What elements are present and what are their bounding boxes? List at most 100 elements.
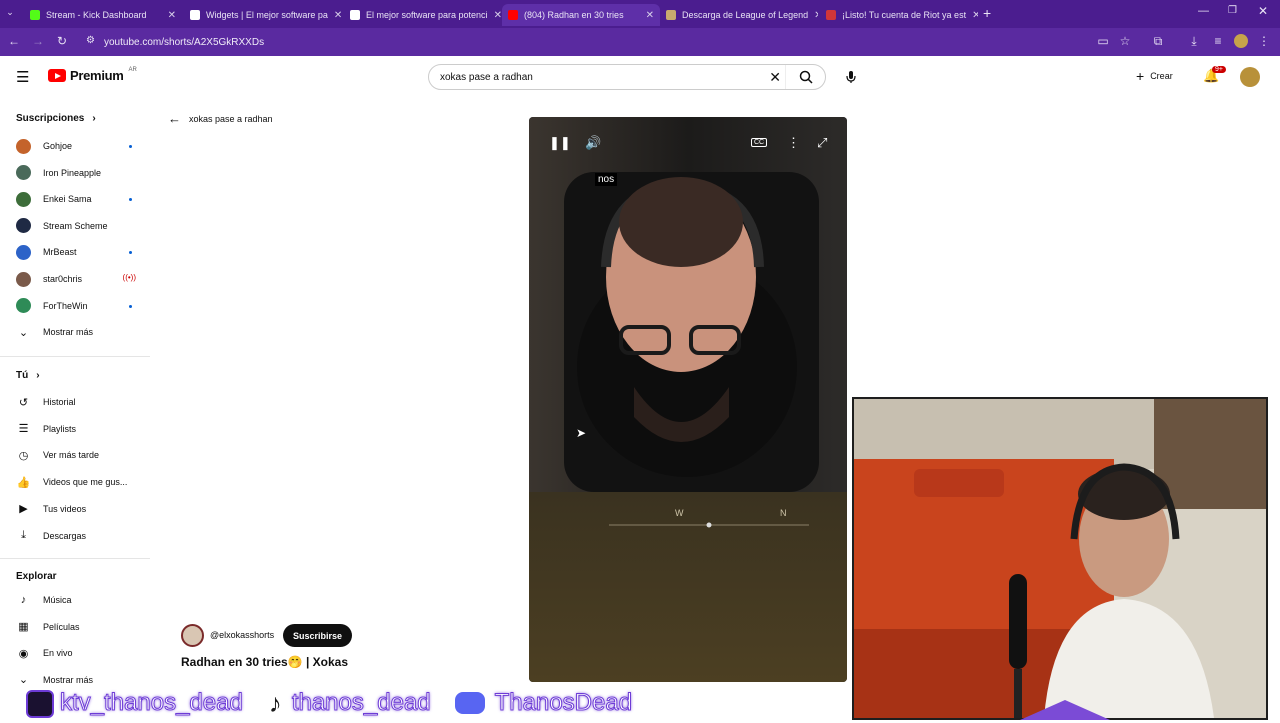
create-button[interactable]: + Crear (1136, 66, 1173, 86)
close-tab-icon[interactable]: ✕ (814, 10, 818, 21)
close-window-button[interactable]: ✕ (1258, 4, 1268, 18)
fullscreen-icon[interactable]: ⤢ (817, 135, 827, 151)
kick-icon (26, 690, 54, 718)
forward-icon[interactable]: → (30, 34, 46, 48)
tab-title: (804) Radhan en 30 tries (524, 10, 624, 20)
subscription-item[interactable]: Enkei Sama (16, 189, 136, 209)
channel-avatar[interactable] (181, 624, 204, 647)
youtube-logo[interactable]: Premium AR (48, 67, 137, 83)
sidebar-item[interactable]: ☰ Playlists (16, 419, 136, 439)
subscription-item[interactable]: Iron Pineapple (16, 163, 136, 183)
channel-avatar (16, 191, 31, 207)
media-icon[interactable]: ≡ (1210, 34, 1226, 48)
tab-favicon-icon (190, 10, 200, 20)
subscription-item[interactable]: Stream Scheme (16, 216, 136, 236)
browser-tab[interactable]: El mejor software para potenci ✕ (344, 4, 502, 26)
tab-favicon-icon (30, 10, 40, 20)
browser-tab[interactable]: Descarga de League of Legend ✕ (660, 4, 818, 26)
sidebar-item[interactable]: ◷ Ver más tarde (16, 445, 136, 465)
you-header[interactable]: Tú › (16, 370, 40, 381)
minimize-button[interactable]: — (1198, 5, 1209, 17)
close-tab-icon[interactable]: ✕ (494, 10, 502, 21)
channel-avatar (16, 165, 31, 181)
sidebar-item-label: Mostrar más (43, 674, 94, 685)
url-field[interactable]: ⚙ youtube.com/shorts/A2X5GkRXXDs (80, 32, 1080, 52)
close-tab-icon[interactable]: ✕ (646, 10, 654, 21)
search-box[interactable]: xokas pase a radhan ✕ (428, 64, 826, 90)
subscription-item[interactable]: star0chris ((•)) (16, 269, 136, 289)
arrow-left-icon: ← (168, 111, 181, 126)
profile-avatar[interactable] (1234, 34, 1248, 48)
subscription-item[interactable]: ForTheWin (16, 296, 136, 316)
explore-header: Explorar (16, 571, 57, 582)
sidebar-item-label: Música (43, 595, 72, 605)
back-icon[interactable]: ← (6, 34, 22, 48)
maximize-button[interactable]: ❐ (1228, 5, 1237, 16)
subscribe-button[interactable]: Suscribirse (283, 624, 353, 647)
subscription-name: Iron Pineapple (43, 167, 102, 178)
download-icon: ⤓ (21, 529, 26, 541)
voice-search-button[interactable] (838, 66, 864, 88)
account-avatar[interactable] (1240, 67, 1260, 87)
channel-handle[interactable]: @elxokasshorts (210, 630, 274, 640)
reload-icon[interactable]: ↻ (54, 34, 70, 48)
menu-icon[interactable]: ⋮ (1256, 34, 1272, 48)
sidebar-item[interactable]: ♪ Música (16, 590, 136, 610)
sidebar-divider (0, 356, 150, 357)
sidebar-item[interactable]: 👍 Videos que me gus... (16, 472, 136, 492)
close-tab-icon[interactable]: ✕ (334, 10, 342, 21)
stream-social-overlay: ktv_thanos_dead ♪ thanos_dead ThanosDead (0, 686, 860, 720)
more-options-icon[interactable]: ⋮ (787, 135, 800, 151)
close-tab-icon[interactable]: ✕ (168, 10, 176, 21)
downloads-icon[interactable]: ⤓ (1186, 34, 1202, 49)
extensions-icon[interactable]: ⧉ (1150, 34, 1166, 49)
live-icon: ◉ (18, 647, 29, 660)
sidebar-item[interactable]: ⤓ Descargas (16, 526, 136, 546)
notification-count-badge: 9+ (1212, 66, 1226, 73)
short-title: Radhan en 30 tries🤭 | Xokas (181, 655, 349, 669)
subscriptions-header[interactable]: Suscripciones › (16, 113, 96, 124)
subscription-name: MrBeast (43, 247, 77, 258)
sidebar-item-label: Playlists (43, 423, 77, 434)
playlist-icon: ☰ (18, 423, 29, 436)
microphone-icon (846, 71, 856, 83)
hamburger-menu-icon[interactable]: ☰ (16, 68, 29, 86)
new-tab-button[interactable]: + (983, 5, 991, 21)
sidebar-divider (0, 558, 150, 559)
close-tab-icon[interactable]: ✕ (972, 10, 978, 21)
music-icon: ♪ (20, 594, 27, 606)
sidebar-item[interactable]: ◉ En vivo (16, 643, 136, 663)
sidebar-item[interactable]: ▶ Tus videos (16, 499, 136, 519)
browser-tab[interactable]: Widgets | El mejor software pa ✕ (184, 4, 342, 26)
show-more-subscriptions[interactable]: ⌄ Mostrar más (16, 322, 136, 342)
volume-icon[interactable]: 🔊 (585, 135, 601, 151)
compass-north: N (780, 508, 787, 518)
sidebar-item[interactable]: ↺ Historial (16, 392, 136, 412)
channel-avatar (16, 244, 31, 260)
you-title: Tú (16, 370, 29, 381)
subscription-item[interactable]: Gohjoe (16, 136, 136, 156)
clear-search-icon[interactable]: ✕ (769, 69, 781, 86)
video-frame (529, 117, 847, 682)
browser-tab[interactable]: Stream - Kick Dashboard ✕ (24, 4, 182, 26)
channel-avatar (16, 271, 31, 287)
site-info-icon[interactable]: ⚙ (86, 35, 95, 46)
captions-icon[interactable]: CC (751, 138, 768, 147)
search-button[interactable] (785, 65, 825, 89)
subscription-item[interactable]: MrBeast (16, 242, 136, 262)
browser-tab[interactable]: (804) Radhan en 30 tries ✕ (502, 4, 660, 26)
back-to-results[interactable]: ← xokas pase a radhan (168, 111, 273, 126)
pause-button[interactable]: ❚❚ (549, 135, 571, 151)
chevron-right-icon: › (92, 113, 96, 124)
sidebar-item-label: Ver más tarde (43, 450, 100, 461)
install-icon[interactable]: ▭ (1095, 34, 1111, 48)
tab-title: Stream - Kick Dashboard (46, 10, 147, 20)
browser-tab[interactable]: ¡Listo! Tu cuenta de Riot ya est ✕ (820, 4, 978, 26)
bookmark-star-icon[interactable]: ☆ (1117, 34, 1133, 48)
sidebar-item[interactable]: ▦ Películas (16, 617, 136, 637)
search-input[interactable]: xokas pase a radhan (440, 72, 533, 83)
tab-search-icon[interactable]: ⌄ (2, 7, 18, 18)
short-video-player[interactable]: ❚❚ 🔊 CC ⋮ ⤢ nos W N (529, 117, 847, 682)
sidebar-item-label: Descargas (43, 530, 87, 541)
plus-icon: + (1136, 68, 1145, 84)
